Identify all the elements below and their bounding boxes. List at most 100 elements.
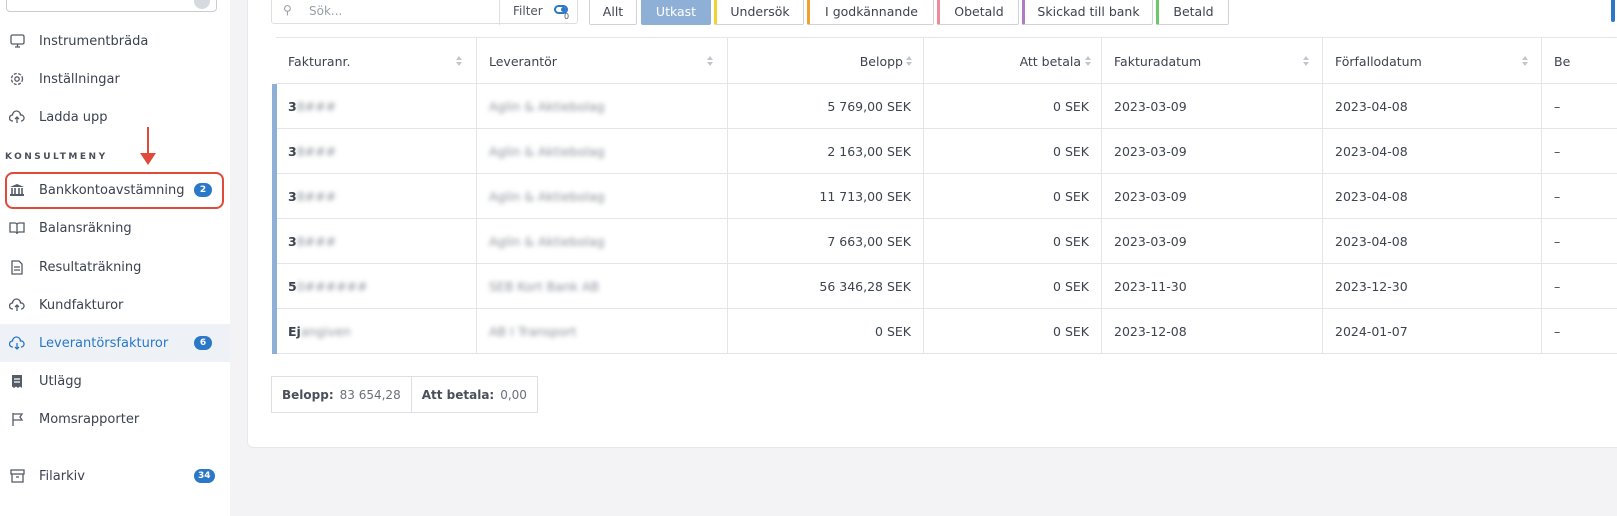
annotation-arrow-head xyxy=(140,153,156,165)
sidebar: Instrumentbräda Inställningar Ladda upp … xyxy=(0,0,230,516)
extra-cell: – xyxy=(1554,144,1561,159)
flag-icon xyxy=(9,411,25,427)
supplier-cell: Aglin & Aktiebolag xyxy=(477,219,728,264)
sidebar-item-balansrakning[interactable]: Balansräkning xyxy=(0,209,230,247)
invoice-date-cell: 2023-03-09 xyxy=(1102,174,1323,219)
table-row[interactable]: 3 8### Aglin & Aktiebolag 5 769,00 SEK 0 … xyxy=(272,84,1617,129)
table-row[interactable]: 3 8### Aglin & Aktiebolag 7 663,00 SEK 0 … xyxy=(272,219,1617,264)
status-tab-allt[interactable]: Allt xyxy=(589,0,637,25)
column-header-fakturadatum[interactable]: Fakturadatum xyxy=(1102,38,1323,84)
extra-cell: – xyxy=(1554,189,1561,204)
column-header-fakturanr[interactable]: Fakturanr. xyxy=(276,38,477,84)
filter-button[interactable]: Filter xyxy=(513,4,543,18)
due-date-cell: 2024-01-07 xyxy=(1323,309,1542,354)
sidebar-item-ladda-upp[interactable]: Ladda upp xyxy=(0,98,230,136)
extra-cell: – xyxy=(1554,324,1561,339)
sidebar-search-input[interactable] xyxy=(6,0,217,12)
invoice-table: Fakturanr. Leverantör Belopp Att betala … xyxy=(272,37,1617,354)
table-header-row: Fakturanr. Leverantör Belopp Att betala … xyxy=(276,38,1617,84)
column-header-truncated[interactable]: Be xyxy=(1542,38,1617,84)
to-pay-cell: 0 SEK xyxy=(924,264,1102,309)
filter-count: 0 xyxy=(564,12,570,21)
table-row[interactable]: 3 8### Aglin & Aktiebolag 11 713,00 SEK 0… xyxy=(272,174,1617,219)
supplier-cell: Aglin & Aktiebolag xyxy=(477,129,728,174)
amount-cell: 2 163,00 SEK xyxy=(728,129,924,174)
invoice-date-cell: 2023-11-30 xyxy=(1102,264,1323,309)
section-label-konsultmeny: KONSULTMENY xyxy=(5,152,108,162)
invoice-date-cell: 2023-03-09 xyxy=(1102,84,1323,129)
sidebar-item-label: Kundfakturor xyxy=(39,297,124,313)
status-tab-utkast[interactable]: Utkast xyxy=(641,0,711,25)
invoice-number-cell: 3 8### xyxy=(276,219,477,264)
invoice-date-cell: 2023-12-08 xyxy=(1102,309,1323,354)
table-row[interactable]: 5 0###### SEB Kort Bank AB 56 346,28 SEK … xyxy=(272,264,1617,309)
sort-icon[interactable] xyxy=(707,56,713,66)
document-icon xyxy=(9,259,25,275)
sort-icon[interactable] xyxy=(1522,56,1528,66)
column-header-forfallodatum[interactable]: Förfallodatum xyxy=(1323,38,1542,84)
sort-icon[interactable] xyxy=(1303,56,1309,66)
monitor-icon xyxy=(9,33,25,49)
invoice-number-cell: 3 8### xyxy=(276,174,477,219)
sidebar-item-label: Inställningar xyxy=(39,71,120,87)
sort-icon[interactable] xyxy=(1085,56,1091,66)
sidebar-item-momsrapporter[interactable]: Momsrapporter xyxy=(0,400,230,438)
annotation-arrow xyxy=(147,127,149,155)
to-pay-cell: 0 SEK xyxy=(924,84,1102,129)
amount-cell: 11 713,00 SEK xyxy=(728,174,924,219)
due-date-cell: 2023-04-08 xyxy=(1323,219,1542,264)
sidebar-item-leverantorsfakturor[interactable]: Leverantörsfakturor 6 xyxy=(0,324,230,362)
column-header-leverantor[interactable]: Leverantör xyxy=(477,38,728,84)
amount-cell: 0 SEK xyxy=(728,309,924,354)
total-to-pay: Att betala: 0,00 xyxy=(421,387,527,402)
sidebar-item-label: Instrumentbräda xyxy=(39,33,149,49)
sidebar-item-utlagg[interactable]: Utlägg xyxy=(0,362,230,400)
status-tab-obetald[interactable]: Obetald xyxy=(937,0,1019,25)
sort-icon[interactable] xyxy=(906,56,912,66)
divider xyxy=(499,0,500,25)
status-tab-i-godkannande[interactable]: I godkännande xyxy=(807,0,934,25)
amount-cell: 56 346,28 SEK xyxy=(728,264,924,309)
extra-cell: – xyxy=(1554,279,1561,294)
status-tab-skickad-till-bank[interactable]: Skickad till bank xyxy=(1022,0,1153,25)
sidebar-item-instrumentbrada[interactable]: Instrumentbräda xyxy=(0,22,230,60)
count-badge: 34 xyxy=(194,469,215,483)
cloud-download-icon xyxy=(9,335,25,351)
sidebar-item-resultatrakning[interactable]: Resultaträkning xyxy=(0,248,230,286)
archive-icon xyxy=(9,468,25,484)
sidebar-item-filarkiv[interactable]: Filarkiv 34 xyxy=(0,457,230,495)
column-header-belopp[interactable]: Belopp xyxy=(728,38,924,84)
count-badge: 6 xyxy=(194,336,212,350)
invoice-date-cell: 2023-03-09 xyxy=(1102,129,1323,174)
clear-icon[interactable] xyxy=(194,0,210,9)
table-row[interactable]: Ej angiven AB I Transport 0 SEK 0 SEK 202… xyxy=(272,309,1617,354)
table-row[interactable]: 3 8### Aglin & Aktiebolag 2 163,00 SEK 0 … xyxy=(272,129,1617,174)
supplier-cell: SEB Kort Bank AB xyxy=(477,264,728,309)
cloud-upload-icon xyxy=(9,297,25,313)
book-icon xyxy=(9,220,25,236)
receipt-icon xyxy=(9,373,25,389)
invoice-number-cell: 3 8### xyxy=(276,129,477,174)
edge-button[interactable] xyxy=(1611,0,1615,22)
amount-cell: 5 769,00 SEK xyxy=(728,84,924,129)
totals-bar: Belopp: 83 654,28 Att betala: 0,00 xyxy=(271,376,538,413)
column-header-att-betala[interactable]: Att betala xyxy=(924,38,1102,84)
annotation-highlight-box xyxy=(5,172,224,209)
extra-cell: – xyxy=(1554,99,1561,114)
invoice-number-cell: 3 8### xyxy=(276,84,477,129)
to-pay-cell: 0 SEK xyxy=(924,219,1102,264)
sidebar-item-kundfakturor[interactable]: Kundfakturor xyxy=(0,286,230,324)
supplier-cell: Aglin & Aktiebolag xyxy=(477,84,728,129)
search-input[interactable]: Sök... xyxy=(309,4,342,18)
status-tab-betald[interactable]: Betald xyxy=(1156,0,1229,25)
sidebar-item-label: Leverantörsfakturor xyxy=(39,335,169,351)
total-amount: Belopp: 83 654,28 xyxy=(272,377,412,412)
sort-icon[interactable] xyxy=(456,56,462,66)
extra-cell: – xyxy=(1554,234,1561,249)
amount-cell: 7 663,00 SEK xyxy=(728,219,924,264)
status-tab-undersok[interactable]: Undersök xyxy=(714,0,804,25)
invoice-date-cell: 2023-03-09 xyxy=(1102,219,1323,264)
to-pay-cell: 0 SEK xyxy=(924,129,1102,174)
sidebar-item-installningar[interactable]: Inställningar xyxy=(0,60,230,98)
search-icon: ⚲ xyxy=(283,3,292,17)
